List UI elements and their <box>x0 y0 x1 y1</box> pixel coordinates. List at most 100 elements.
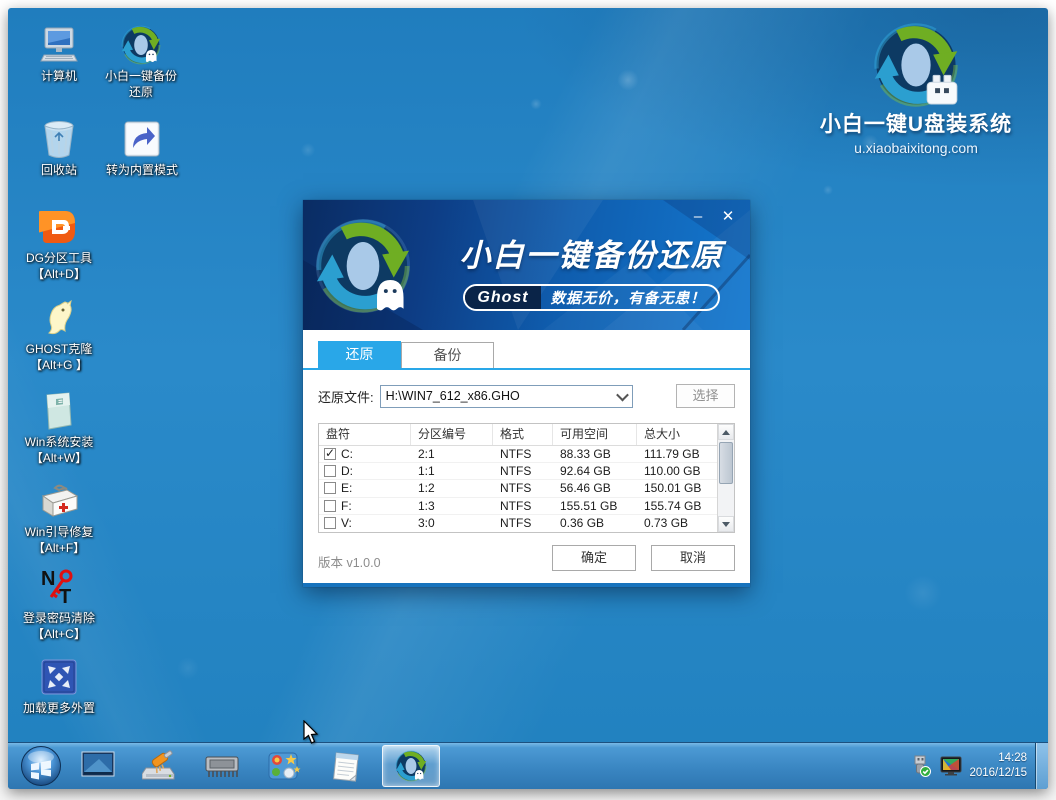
desktop-icon-label: 小白一键备份 还原 <box>96 69 186 100</box>
table-row[interactable]: E: 1:2 NTFS 56.46 GB 150.01 GB <box>319 480 717 497</box>
format: NTFS <box>493 516 553 530</box>
restore-file-combobox[interactable]: H:\WIN7_612_x86.GHO <box>380 385 633 408</box>
row-checkbox[interactable] <box>324 517 336 529</box>
col-header-drive[interactable]: 盘符 <box>319 424 411 445</box>
partition-id: 1:1 <box>411 464 493 478</box>
ghost-logo-text: Ghost <box>465 286 540 309</box>
drive-letter: C: <box>341 447 353 461</box>
format: NTFS <box>493 481 553 495</box>
col-header-free[interactable]: 可用空间 <box>553 424 637 445</box>
svg-text:N: N <box>41 568 55 590</box>
desktop-icon-recycle-bin[interactable]: 回收站 <box>18 118 100 179</box>
backup-restore-window: 小白一键备份还原 Ghost 数据无价，有备无患！ – ✕ 还原 备份 还原文件… <box>303 200 750 587</box>
taskbar-button-backup-restore[interactable] <box>382 745 440 787</box>
desktop-icon-computer[interactable]: 计算机 <box>18 24 100 85</box>
brand-logo-icon <box>868 22 964 108</box>
desktop-preview-icon <box>81 751 115 781</box>
table-row[interactable]: F: 1:3 NTFS 155.51 GB 155.74 GB <box>319 498 717 515</box>
chevron-down-icon[interactable] <box>614 386 632 407</box>
choose-file-button[interactable]: 选择 <box>676 384 735 408</box>
row-checkbox[interactable] <box>324 500 336 512</box>
scroll-up-arrow[interactable] <box>718 424 734 440</box>
recycle-bin-icon <box>38 118 80 160</box>
ghost-badge: Ghost 数据无价，有备无患！ <box>463 284 719 311</box>
total-size: 150.01 GB <box>637 481 717 495</box>
col-header-format[interactable]: 格式 <box>493 424 553 445</box>
free-space: 56.46 GB <box>553 481 637 495</box>
scroll-thumb[interactable] <box>719 442 733 484</box>
start-button[interactable] <box>20 745 62 787</box>
table-header-row: 盘符 分区编号 格式 可用空间 总大小 <box>319 424 717 446</box>
taskbar-button-notepad[interactable] <box>320 745 372 787</box>
usb-device-icon[interactable] <box>909 754 933 778</box>
col-header-partition[interactable]: 分区编号 <box>411 424 493 445</box>
clock-date: 2016/12/15 <box>969 766 1027 781</box>
scroll-down-arrow[interactable] <box>718 516 734 532</box>
minimize-button[interactable]: – <box>688 207 708 227</box>
drive-letter: D: <box>341 464 353 478</box>
taskbar-button-imaging-tool[interactable] <box>258 745 310 787</box>
window-body: 还原 备份 还原文件: H:\WIN7_612_x86.GHO 选择 盘符 分区… <box>303 330 750 583</box>
table-row[interactable]: C: 2:1 NTFS 88.33 GB 111.79 GB <box>319 446 717 463</box>
close-button[interactable]: ✕ <box>718 207 738 227</box>
drive-letter: V: <box>341 516 352 530</box>
brand-title: 小白一键U盘装系统 <box>806 108 1026 138</box>
row-checkbox[interactable] <box>324 465 336 477</box>
cancel-button[interactable]: 取消 <box>651 545 735 571</box>
desktop-icon-win-boot-repair[interactable]: Win引导修复 【Alt+F】 <box>18 480 100 556</box>
partition-id: 1:3 <box>411 499 493 513</box>
row-checkbox[interactable] <box>324 482 336 494</box>
total-size: 0.73 GB <box>637 516 717 530</box>
taskbar-button-memory[interactable] <box>196 745 248 787</box>
desktop-icon-label: 转为内置模式 <box>94 163 190 179</box>
notepad-icon <box>330 750 362 782</box>
partition-id: 2:1 <box>411 447 493 461</box>
drive-letter: F: <box>341 499 352 513</box>
desktop-icon-win-install[interactable]: Win系统安装 【Alt+W】 <box>18 390 100 466</box>
desktop-icon-label: 加载更多外置 <box>18 701 100 717</box>
disk-tools-icon <box>142 750 178 782</box>
desktop-icon-label: 回收站 <box>18 163 100 179</box>
desktop-icon-label: Win引导修复 【Alt+F】 <box>18 525 100 556</box>
desktop-icon-internal-mode[interactable]: 转为内置模式 <box>94 118 190 179</box>
table-row[interactable]: V: 3:0 NTFS 0.36 GB 0.73 GB <box>319 515 717 532</box>
format: NTFS <box>493 447 553 461</box>
tab-restore[interactable]: 还原 <box>318 341 401 368</box>
dg-partition-icon <box>38 206 80 248</box>
taskbar-button-disk-tools[interactable] <box>134 745 186 787</box>
password-clear-icon: N T <box>38 566 80 608</box>
window-header: 小白一键备份还原 Ghost 数据无价，有备无患！ – ✕ <box>303 200 750 330</box>
tab-backup[interactable]: 备份 <box>401 342 494 368</box>
taskbar-button-desktop-preview[interactable] <box>72 745 124 787</box>
desktop-icon-ghost-clone[interactable]: GHOST克隆 【Alt+G 】 <box>18 297 100 373</box>
scroll-track[interactable] <box>718 440 734 516</box>
desktop-icon-label: Win系统安装 【Alt+W】 <box>18 435 100 466</box>
imaging-tool-icon <box>267 750 301 782</box>
display-settings-icon[interactable] <box>939 754 963 778</box>
desktop-icon-load-external[interactable]: 加载更多外置 <box>18 656 100 717</box>
format: NTFS <box>493 464 553 478</box>
dialog-footer: 版本 v1.0.0 确定 取消 <box>318 545 735 573</box>
vertical-scrollbar[interactable] <box>717 424 734 532</box>
svg-text:T: T <box>59 586 71 607</box>
restore-file-value: H:\WIN7_612_x86.GHO <box>381 389 614 403</box>
table-row[interactable]: D: 1:1 NTFS 92.64 GB 110.00 GB <box>319 463 717 480</box>
window-logo-icon <box>315 218 411 314</box>
desktop-icon-backup-restore[interactable]: 小白一键备份 还原 <box>96 24 186 100</box>
row-checkbox[interactable] <box>324 448 336 460</box>
desktop-icon-password-clear[interactable]: N T 登录密码清除 【Alt+C】 <box>18 566 100 642</box>
window-title: 小白一键备份还原 <box>443 230 740 275</box>
taskbar-clock[interactable]: 14:28 2016/12/15 <box>969 751 1027 781</box>
version-label: 版本 v1.0.0 <box>318 552 381 571</box>
restore-file-label: 还原文件: <box>318 387 374 406</box>
internal-mode-icon <box>121 118 163 160</box>
ok-button[interactable]: 确定 <box>552 545 636 571</box>
win-boot-repair-icon <box>38 480 80 522</box>
col-header-total[interactable]: 总大小 <box>637 424 717 445</box>
backup-restore-icon <box>395 750 427 782</box>
total-size: 110.00 GB <box>637 464 717 478</box>
show-desktop-button[interactable] <box>1035 743 1048 789</box>
format: NTFS <box>493 499 553 513</box>
desktop-icon-dg-partition[interactable]: DG分区工具 【Alt+D】 <box>18 206 100 282</box>
free-space: 155.51 GB <box>553 499 637 513</box>
